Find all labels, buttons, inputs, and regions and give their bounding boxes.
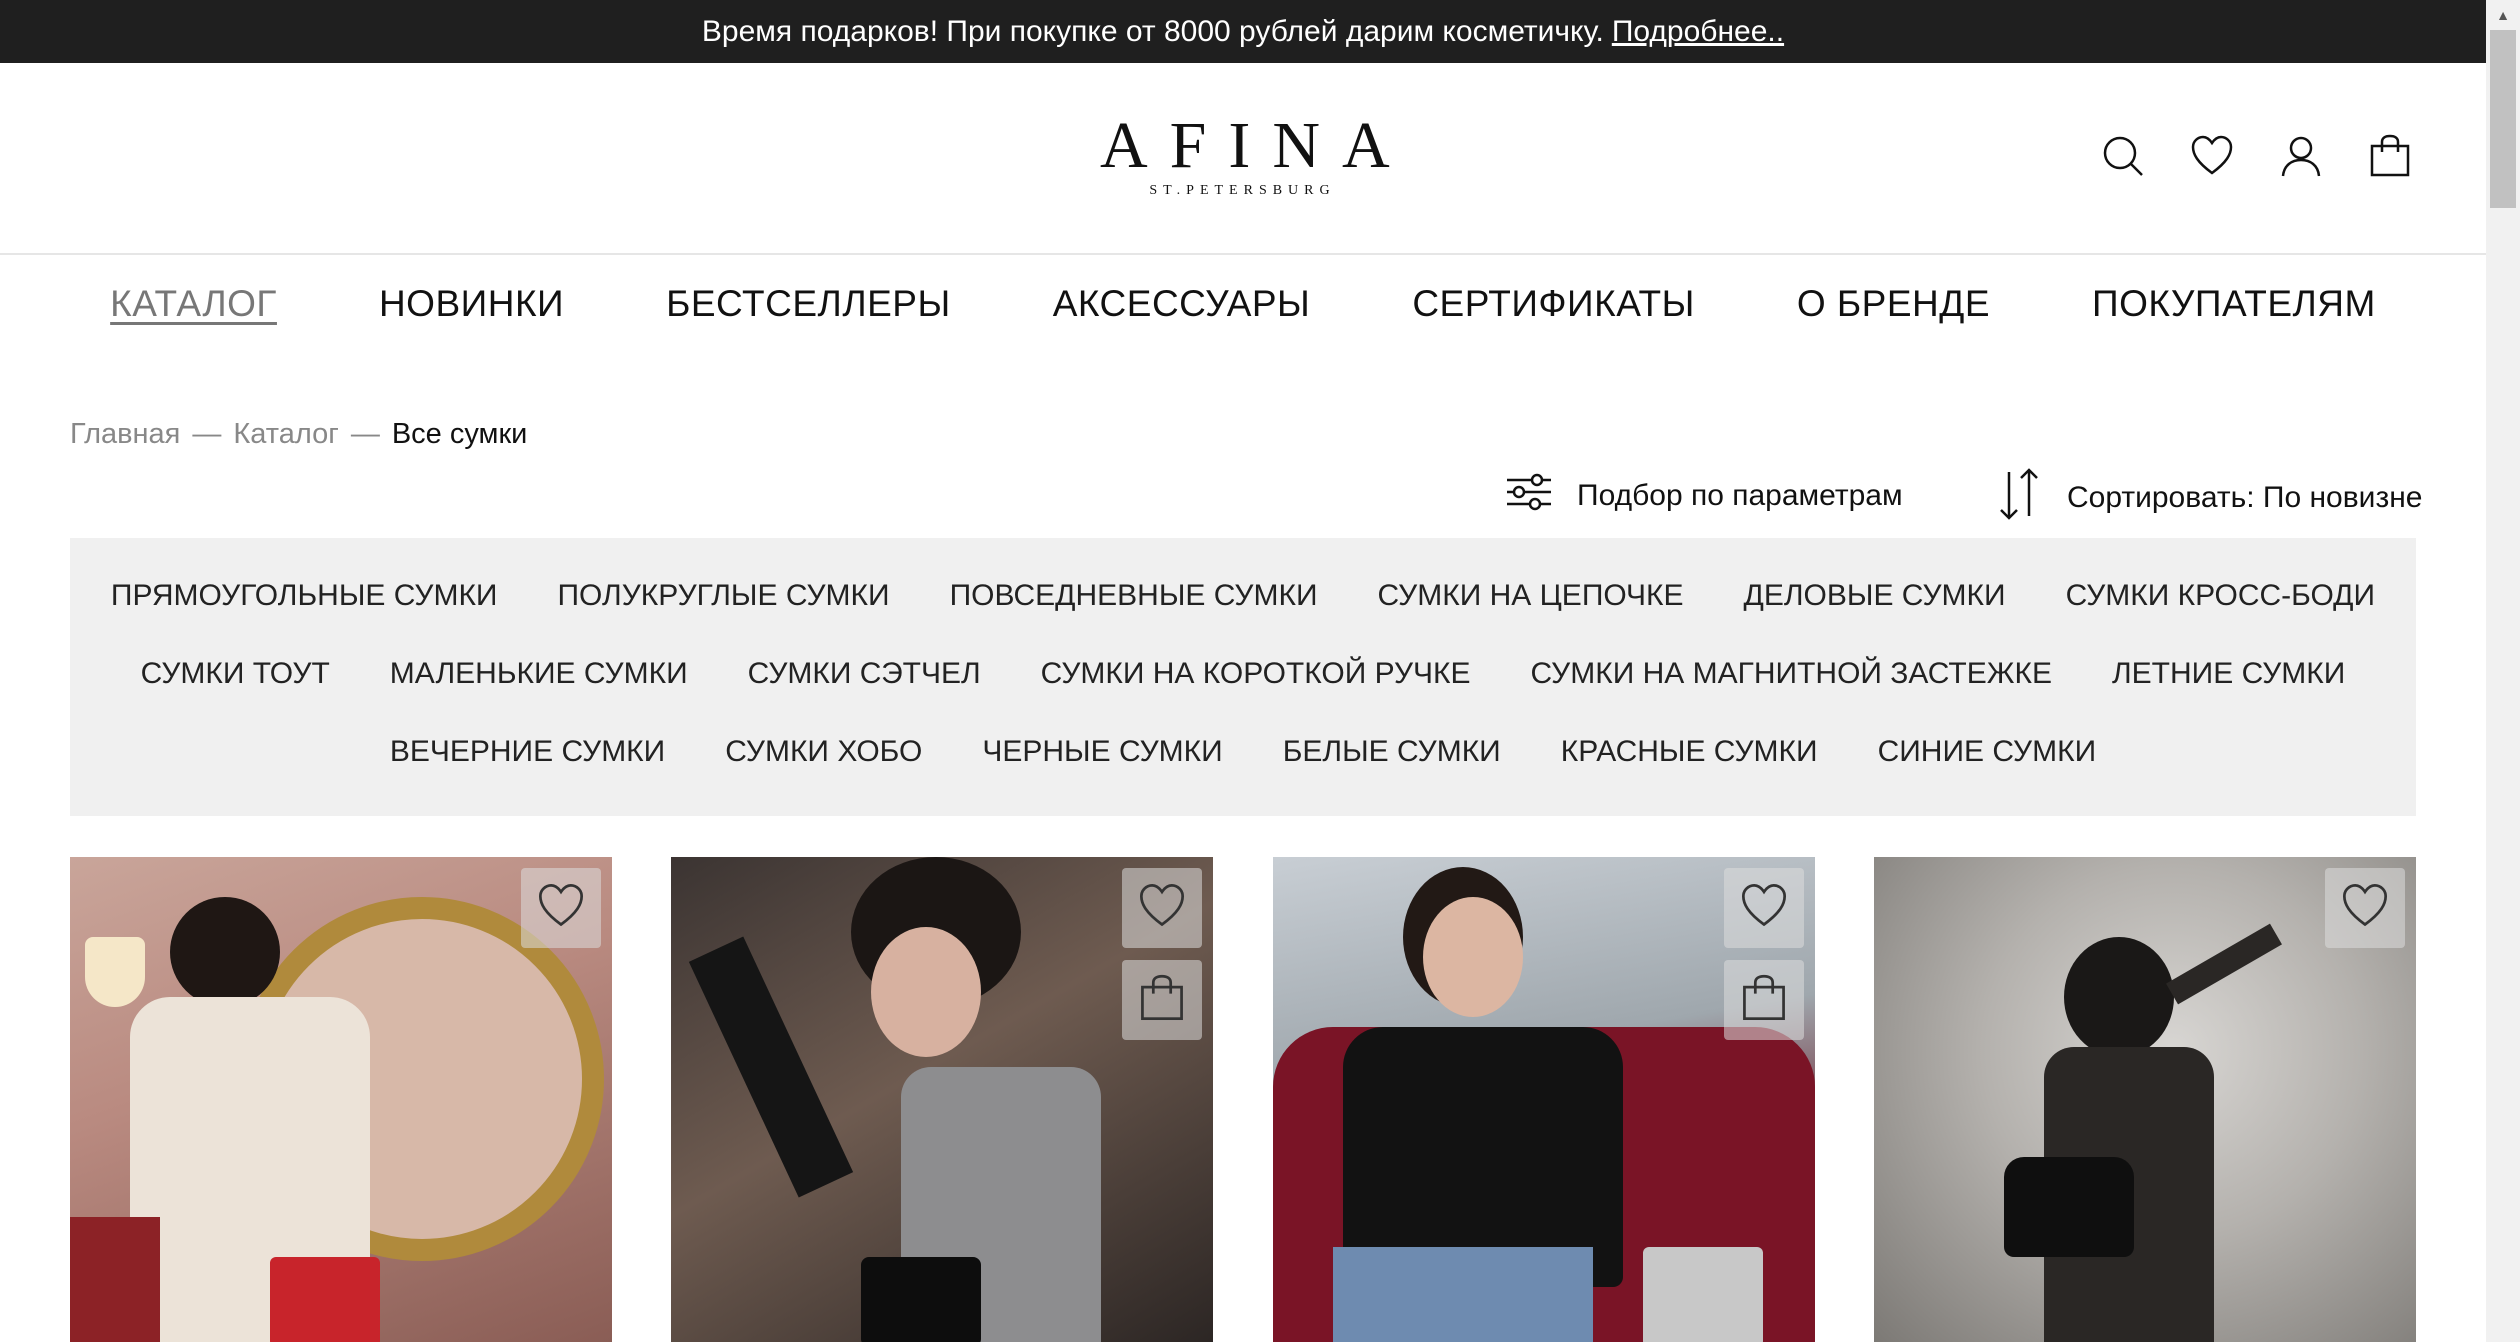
nav-bestsellers[interactable]: БЕСТСЕЛЛЕРЫ [666, 283, 951, 325]
logo-city: ST.PETERSBURG [1149, 183, 1336, 198]
nav-accessories[interactable]: АКСЕССУАРЫ [1053, 283, 1311, 325]
nav-catalog[interactable]: КАТАЛОГ [110, 283, 277, 325]
model-arm-image [2166, 923, 2282, 1005]
product-card[interactable] [70, 857, 612, 1342]
scroll-thumb[interactable] [2490, 30, 2516, 208]
category-panel: ПРЯМОУГОЛЬНЫЕ СУМКИ ПОЛУКРУГЛЫЕ СУМКИ ПО… [70, 538, 2416, 816]
black-bag-image [861, 1257, 981, 1342]
category-link[interactable]: ЛЕТНИЕ СУМКИ [2112, 657, 2345, 691]
nav-about-brand[interactable]: О БРЕНДЕ [1797, 283, 1990, 325]
category-link[interactable]: СУМКИ ТОУТ [141, 657, 330, 691]
product-card[interactable] [1273, 857, 1815, 1342]
sort-button[interactable]: Сортировать: По новизне [1995, 466, 2422, 530]
category-link[interactable]: СУМКИ ХОБО [725, 735, 922, 769]
lamp-image [85, 937, 145, 1007]
model-hair-image [170, 897, 280, 1007]
category-row: ПРЯМОУГОЛЬНЫЕ СУМКИ ПОЛУКРУГЛЫЕ СУМКИ ПО… [70, 579, 2416, 613]
add-to-cart-button[interactable] [1122, 960, 1202, 1040]
sort-arrows-icon [1995, 466, 2043, 530]
bag-icon [1739, 973, 1789, 1028]
product-card[interactable] [1874, 857, 2416, 1342]
category-link[interactable]: ПОЛУКРУГЛЫЕ СУМКИ [557, 579, 889, 613]
favorite-button[interactable] [1724, 868, 1804, 948]
brand-logo[interactable]: AFINA ST.PETERSBURG [1100, 113, 1390, 199]
heart-icon [2340, 881, 2390, 936]
heart-icon [1739, 881, 1789, 936]
model-head-image [2064, 937, 2174, 1057]
category-link[interactable]: СУМКИ НА КОРОТКОЙ РУЧКЕ [1041, 657, 1471, 691]
breadcrumb-catalog[interactable]: Каталог [233, 418, 338, 451]
page-scrollbar[interactable]: ▲ [2486, 0, 2520, 1342]
silver-bag-image [1643, 1247, 1763, 1342]
promo-text: Время подарков! При покупке от 8000 рубл… [701, 14, 1604, 48]
product-card[interactable] [671, 857, 1213, 1342]
black-glove-image [688, 936, 854, 1198]
category-row: СУМКИ ТОУТ МАЛЕНЬКИЕ СУМКИ СУМКИ СЭТЧЕЛ … [70, 657, 2416, 691]
black-hobo-bag-image [2004, 1157, 2134, 1257]
favorite-button[interactable] [2325, 868, 2405, 948]
site-header: AFINA ST.PETERSBURG [0, 63, 2486, 255]
nav-customers[interactable]: ПОКУПАТЕЛЯМ [2092, 283, 2376, 325]
promo-more-link[interactable]: Подробнее.. [1612, 15, 1784, 49]
promo-bar: Время подарков! При покупке от 8000 рубл… [0, 0, 2486, 63]
category-link[interactable]: СУМКИ КРОСС-БОДИ [2066, 579, 2375, 613]
breadcrumb-separator: — [350, 418, 380, 450]
model-face-image [871, 927, 981, 1057]
category-link[interactable]: БЕЛЫЕ СУМКИ [1283, 735, 1501, 769]
nav-new[interactable]: НОВИНКИ [379, 283, 564, 325]
breadcrumb-separator: — [192, 418, 222, 450]
heart-icon [1137, 881, 1187, 936]
sort-label: Сортировать: По новизне [2067, 481, 2423, 514]
logo-wordmark: AFINA [1100, 109, 1412, 182]
bag-icon[interactable] [2367, 133, 2413, 179]
category-link[interactable]: МАЛЕНЬКИЕ СУМКИ [390, 657, 688, 691]
category-link[interactable]: СИНИЕ СУМКИ [1878, 735, 2097, 769]
scroll-up-arrow-icon[interactable]: ▲ [2486, 0, 2520, 30]
favorite-button[interactable] [521, 868, 601, 948]
heart-icon[interactable] [2189, 133, 2235, 179]
category-row: ВЕЧЕРНИЕ СУМКИ СУМКИ ХОБО ЧЕРНЫЕ СУМКИ Б… [70, 735, 2416, 769]
filter-label: Подбор по параметрам [1577, 479, 1903, 512]
add-to-cart-button[interactable] [1724, 960, 1804, 1040]
main-nav: КАТАЛОГ НОВИНКИ БЕСТСЕЛЛЕРЫ АКСЕССУАРЫ С… [0, 283, 2486, 325]
filter-button[interactable]: Подбор по параметрам [1505, 472, 1903, 520]
category-link[interactable]: СУМКИ НА МАГНИТНОЙ ЗАСТЕЖКЕ [1531, 657, 2052, 691]
favorite-button[interactable] [1122, 868, 1202, 948]
category-link[interactable]: ВЕЧЕРНИЕ СУМКИ [390, 735, 665, 769]
category-link[interactable]: СУМКИ НА ЦЕПОЧКЕ [1378, 579, 1684, 613]
breadcrumb-home[interactable]: Главная [70, 418, 180, 451]
category-link[interactable]: ДЕЛОВЫЕ СУМКИ [1744, 579, 2006, 613]
breadcrumb-current: Все сумки [391, 418, 528, 450]
bag-icon [1137, 973, 1187, 1028]
category-link[interactable]: СУМКИ СЭТЧЕЛ [748, 657, 981, 691]
filter-sliders-icon [1505, 472, 1553, 520]
category-link[interactable]: ЧЕРНЫЕ СУМКИ [982, 735, 1222, 769]
category-link[interactable]: ПОВСЕДНЕВНЫЕ СУМКИ [950, 579, 1318, 613]
chair-image [70, 1217, 160, 1342]
heart-icon [536, 881, 586, 936]
model-face-image [1423, 897, 1523, 1017]
user-icon[interactable] [2278, 133, 2324, 179]
header-actions [2100, 133, 2413, 179]
jeans-image [1333, 1247, 1593, 1342]
category-link[interactable]: КРАСНЫЕ СУМКИ [1561, 735, 1818, 769]
category-link[interactable]: ПРЯМОУГОЛЬНЫЕ СУМКИ [111, 579, 498, 613]
breadcrumb: Главная — Каталог — Все сумки [70, 418, 527, 451]
search-icon[interactable] [2100, 133, 2146, 179]
red-bag-image [270, 1257, 380, 1342]
nav-certificates[interactable]: СЕРТИФИКАТЫ [1412, 283, 1695, 325]
